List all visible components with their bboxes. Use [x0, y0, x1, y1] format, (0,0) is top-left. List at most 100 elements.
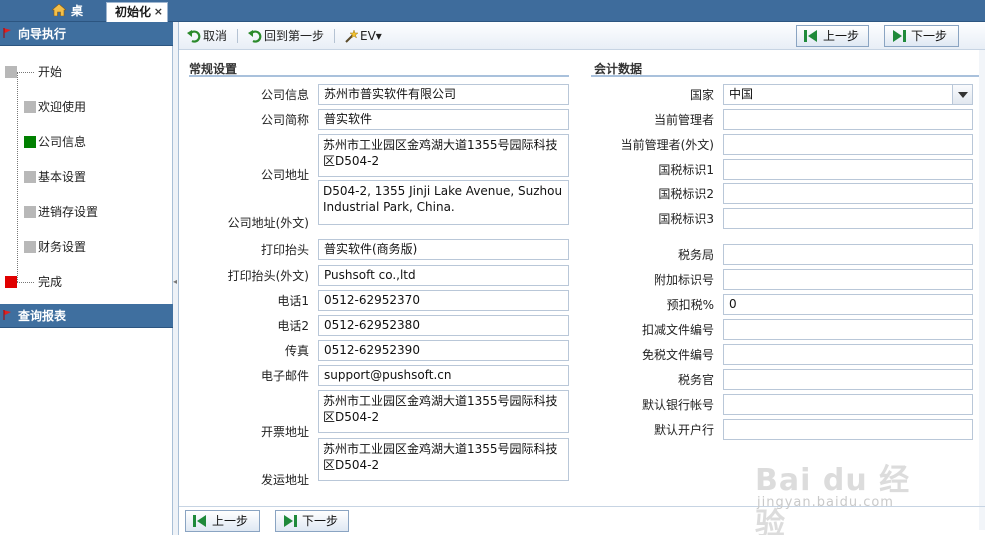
step-finance-settings[interactable]: 财务设置	[0, 237, 172, 257]
tax-id2-input[interactable]	[723, 183, 973, 204]
watermark-url: jingyan.baidu.com	[757, 495, 894, 510]
close-icon[interactable]: ×	[154, 2, 163, 21]
invoice-address-input[interactable]: 苏州市工业园区金鸡湖大道1355号园际科技区D504-2	[318, 390, 569, 433]
field-label: 电话2	[277, 319, 309, 333]
flag-icon	[3, 310, 11, 320]
tab-initialize[interactable]: 初始化 ×	[106, 2, 168, 22]
sidebar-section-guide-label: 向导执行	[18, 27, 67, 41]
step-finish[interactable]: 完成	[0, 272, 172, 292]
print-header-input[interactable]: 普实软件(商务版)	[318, 239, 569, 260]
field-label: 国家	[689, 88, 714, 102]
field-label: 电话1	[277, 294, 309, 308]
sidebar-section-report[interactable]: 查询报表	[0, 304, 173, 328]
prev-step-label: 上一步	[823, 29, 860, 43]
magic-wand-icon	[345, 29, 358, 43]
default-bank-input[interactable]	[723, 419, 973, 440]
scrollbar[interactable]	[979, 50, 985, 530]
tab-initialize-label: 初始化	[115, 5, 152, 19]
next-step-button-top[interactable]: 下一步	[884, 25, 959, 47]
country-select[interactable]: 中国	[723, 84, 973, 105]
withholding-tax-input[interactable]: 0	[723, 294, 973, 315]
step-start[interactable]: 开始	[0, 62, 172, 82]
prev-step-icon	[804, 30, 817, 42]
additional-id-input[interactable]	[723, 269, 973, 290]
field-label: 公司地址	[260, 168, 309, 182]
prev-step-icon	[193, 515, 206, 527]
step-label: 开始	[38, 65, 63, 79]
tree-connector	[17, 72, 34, 73]
step-welcome[interactable]: 欢迎使用	[0, 97, 172, 117]
field-label: 国税标识1	[658, 163, 714, 177]
ev-menu-label: EV▾	[360, 29, 382, 43]
field-label: 打印抬头	[260, 243, 309, 257]
email-input[interactable]: support@pushsoft.cn	[318, 365, 569, 386]
toolbar-separator	[237, 29, 238, 43]
company-address-foreign-input[interactable]: D504-2, 1355 Jinji Lake Avenue, Suzhou I…	[318, 180, 569, 225]
shipping-address-input[interactable]: 苏州市工业园区金鸡湖大道1355号园际科技区D504-2	[318, 438, 569, 481]
toolbar: 取消 回到第一步 EV▾ 上一步 下一步	[179, 22, 985, 50]
field-label: 默认银行帐号	[641, 398, 714, 412]
field-label: 当前管理者(外文)	[620, 138, 714, 152]
tab-desktop[interactable]: 桌面	[44, 2, 102, 37]
field-label: 传真	[284, 344, 309, 358]
next-step-button-bottom[interactable]: 下一步	[275, 510, 349, 532]
step-basic-settings[interactable]: 基本设置	[0, 167, 172, 187]
step-status-icon	[24, 101, 36, 113]
prev-step-button-top[interactable]: 上一步	[796, 25, 869, 47]
field-label: 电子邮件	[260, 369, 309, 383]
undo-icon	[187, 30, 201, 43]
chevron-left-icon: ◂	[173, 277, 178, 286]
current-manager-input[interactable]	[723, 109, 973, 130]
back-to-first-label: 回到第一步	[264, 29, 325, 43]
step-status-icon	[24, 136, 36, 148]
sidebar-section-guide[interactable]: 向导执行	[0, 22, 173, 46]
next-step-label: 下一步	[911, 29, 948, 43]
step-inventory-settings[interactable]: 进销存设置	[0, 202, 172, 222]
field-label: 发运地址	[260, 473, 309, 487]
company-short-name-input[interactable]: 普实软件	[318, 109, 569, 130]
field-label: 扣减文件编号	[641, 323, 714, 337]
prev-step-button-bottom[interactable]: 上一步	[185, 510, 260, 532]
step-status-icon	[24, 241, 36, 253]
field-label: 打印抬头(外文)	[227, 269, 309, 283]
field-label: 预扣税%	[666, 298, 714, 312]
undo-icon	[248, 30, 262, 43]
cancel-button[interactable]: 取消	[187, 28, 227, 44]
company-address-input[interactable]: 苏州市工业园区金鸡湖大道1355号园际科技区D504-2	[318, 134, 569, 177]
next-step-icon	[284, 515, 297, 527]
phone1-input[interactable]: 0512-62952370	[318, 290, 569, 311]
step-company-info[interactable]: 公司信息	[0, 132, 172, 152]
field-label: 税务局	[677, 248, 714, 262]
prev-step-label: 上一步	[212, 514, 249, 528]
home-icon	[52, 4, 66, 16]
step-label: 进销存设置	[38, 205, 99, 219]
field-label: 国税标识2	[658, 187, 714, 201]
tax-id3-input[interactable]	[723, 208, 973, 229]
current-manager-foreign-input[interactable]	[723, 134, 973, 155]
exemption-file-no-input[interactable]	[723, 344, 973, 365]
back-to-first-button[interactable]: 回到第一步	[248, 28, 324, 44]
field-label: 开票地址	[260, 425, 309, 439]
chevron-down-icon[interactable]	[952, 85, 972, 104]
field-label: 免税文件编号	[641, 348, 714, 362]
fax-input[interactable]: 0512-62952390	[318, 340, 569, 361]
toolbar-separator	[334, 29, 335, 43]
phone2-input[interactable]: 0512-62952380	[318, 315, 569, 336]
field-label: 公司简称	[260, 113, 309, 127]
accounting-data-rule	[591, 75, 979, 77]
field-label: 公司地址(外文)	[227, 216, 309, 230]
tax-bureau-input[interactable]	[723, 244, 973, 265]
tax-officer-input[interactable]	[723, 369, 973, 390]
step-label: 财务设置	[38, 240, 87, 254]
default-bank-account-input[interactable]	[723, 394, 973, 415]
field-label: 附加标识号	[653, 273, 714, 287]
print-header-foreign-input[interactable]: Pushsoft co.,ltd	[318, 265, 569, 286]
tax-id1-input[interactable]	[723, 159, 973, 180]
general-settings-title: 常规设置	[189, 62, 238, 76]
ev-menu-button[interactable]: EV▾	[344, 28, 382, 44]
deduction-file-no-input[interactable]	[723, 319, 973, 340]
step-status-icon	[5, 66, 17, 78]
field-label: 当前管理者	[653, 113, 714, 127]
company-name-input[interactable]: 苏州市普实软件有限公司	[318, 84, 569, 105]
field-label: 公司信息	[260, 88, 309, 102]
